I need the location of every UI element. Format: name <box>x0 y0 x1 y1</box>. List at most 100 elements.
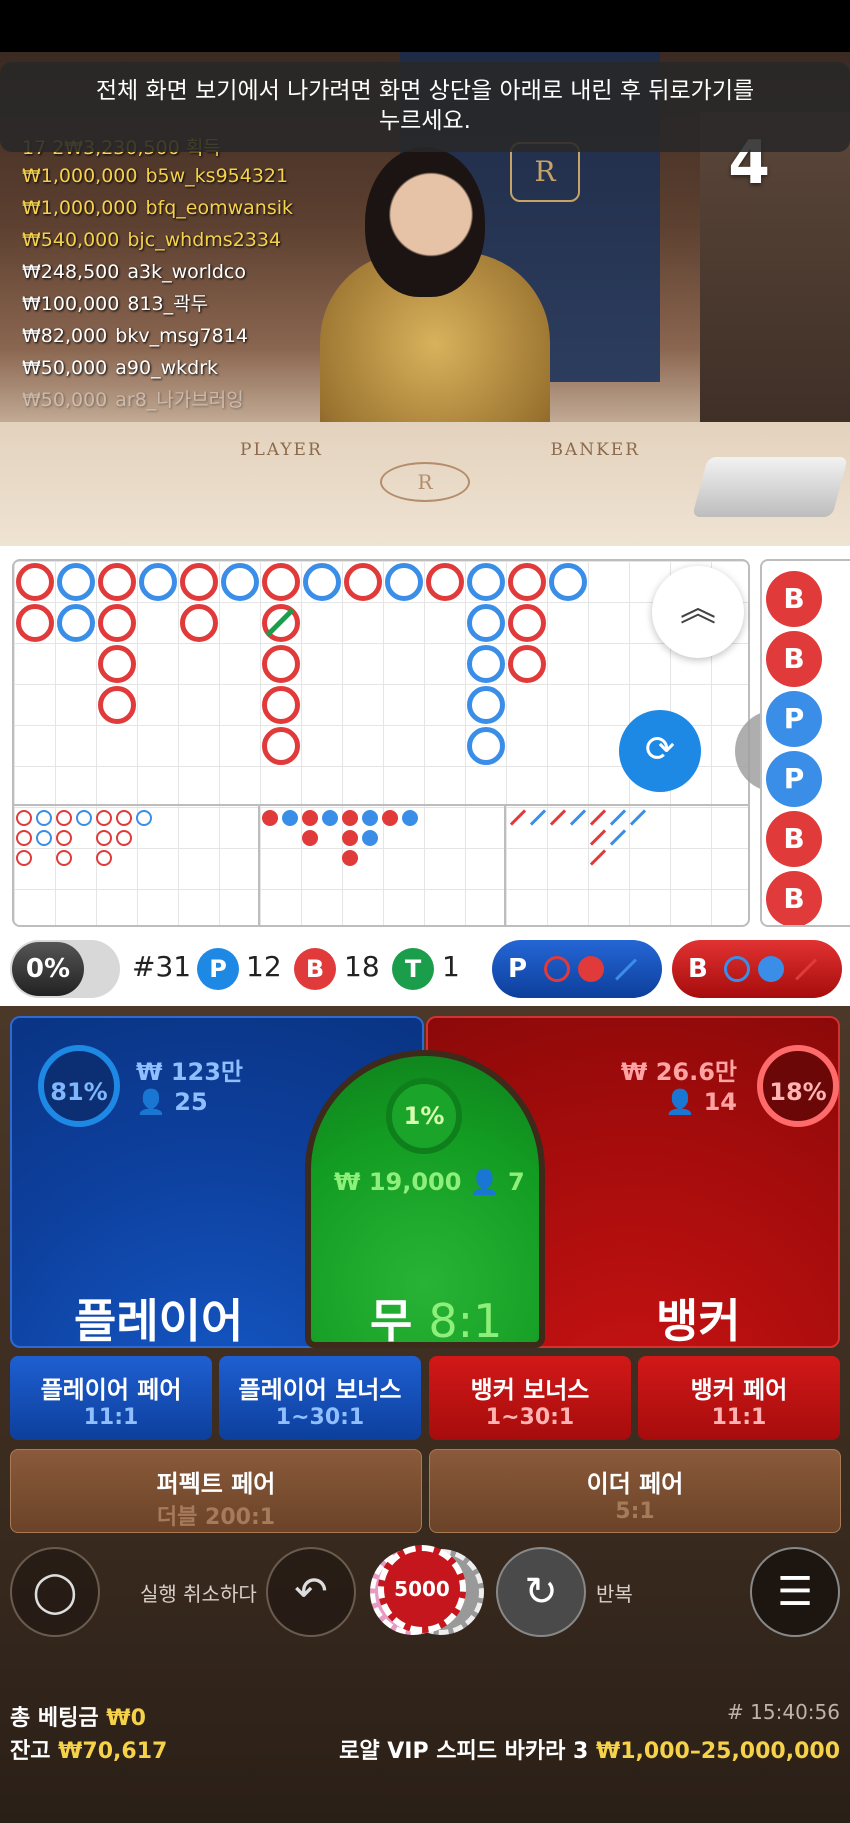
bigeye-banker <box>96 850 112 866</box>
road-cell-banker <box>16 563 54 601</box>
bigeye-banker <box>116 810 132 826</box>
repeat-label: 반복 <box>596 1582 633 1606</box>
road-divider <box>14 804 748 806</box>
undo-icon: ↶ <box>294 1569 328 1615</box>
tie-count-badge: T <box>392 948 434 990</box>
perfect-pair-bet[interactable]: 퍼펙트 페어 더블 200:1 <box>10 1449 422 1533</box>
round-number: #31 <box>132 950 192 983</box>
winner-row: ₩1,000,000 bfq_eomwansik <box>22 197 294 219</box>
table-banker-word: BANKER <box>550 440 640 460</box>
expand-roadmap-button[interactable]: ︽ <box>652 566 744 658</box>
chat-button[interactable]: ◯ <box>10 1547 100 1637</box>
bigeye-banker <box>116 830 132 846</box>
cockroach-banker <box>589 809 607 826</box>
road-cell-player <box>139 563 177 601</box>
bead-road-cell: B <box>766 871 822 925</box>
undo-label: 실행 취소하다 <box>140 1582 257 1606</box>
banker-bonus-bet[interactable]: 뱅커 보너스 1~30:1 <box>429 1356 631 1440</box>
smallroad-player <box>362 810 378 826</box>
player-bonus-bet[interactable]: 플레이어 보너스 1~30:1 <box>219 1356 421 1440</box>
bigeye-banker <box>16 850 32 866</box>
prediction-small-icon <box>758 956 784 982</box>
player-pair-bet[interactable]: 플레이어 페어 11:1 <box>10 1356 212 1440</box>
bead-road-cell: P <box>766 691 822 747</box>
toast-line-2: 누르세요. <box>379 108 471 134</box>
selected-chip: 5000 <box>378 1545 466 1633</box>
banker-prediction-button[interactable]: B <box>672 940 842 998</box>
table-layout-text: PLAYER BANKER <box>240 440 640 460</box>
bead-road-cell: B <box>766 571 822 627</box>
cockroach-banker <box>589 849 607 866</box>
road-cell-player <box>467 563 505 601</box>
road-cell-player <box>385 563 423 601</box>
cockroach-banker <box>549 809 567 826</box>
smallroad-player <box>282 810 298 826</box>
smallroad-banker <box>342 850 358 866</box>
video-background-person <box>700 112 850 442</box>
bigeye-player <box>36 810 52 826</box>
bead-road-cell: B <box>766 811 822 867</box>
road-cell-player <box>467 686 505 724</box>
repeat-button[interactable]: ↻ <box>496 1547 586 1637</box>
road-cell-player <box>467 727 505 765</box>
banker-count: 18 <box>344 950 380 983</box>
player-percent-ring: 81% <box>38 1045 120 1127</box>
bead-road-cell: B <box>766 631 822 687</box>
total-bet: 총 베팅금 ₩0 <box>10 1706 146 1731</box>
bigeye-banker <box>56 830 72 846</box>
prediction-cockroach-icon <box>615 958 637 981</box>
chip-selector[interactable]: 5000 <box>370 1545 484 1637</box>
hamburger-menu-icon: ☰ <box>777 1569 813 1615</box>
table-player-word: PLAYER <box>240 440 323 460</box>
smallroad-banker <box>342 810 358 826</box>
percent-toggle[interactable]: 0% <box>10 940 120 998</box>
prediction-cockroach-icon <box>795 958 817 981</box>
undo-button[interactable]: ↶ <box>266 1547 356 1637</box>
replay-button[interactable]: ⟳ <box>619 710 701 792</box>
bigeye-player <box>76 810 92 826</box>
prediction-bigeye-icon <box>544 956 570 982</box>
road-cell-banker <box>262 645 300 683</box>
cockroach-player <box>629 809 647 826</box>
user-icon: 👤 <box>136 1088 175 1116</box>
bigeye-banker <box>96 830 112 846</box>
prediction-bigeye-icon <box>724 956 750 982</box>
smallroad-player <box>322 810 338 826</box>
winner-row: ₩100,000 813_곽두 <box>22 293 209 315</box>
bigeye-player <box>36 830 52 846</box>
menu-button[interactable]: ☰ <box>750 1547 840 1637</box>
banker-stake-amount: ₩ 26.6만 <box>620 1058 737 1086</box>
banker-prediction-label: B <box>688 954 708 984</box>
bigeye-banker <box>96 810 112 826</box>
repeat-icon: ↻ <box>524 1569 558 1615</box>
road-cell-banker <box>344 563 382 601</box>
road-cell-player <box>303 563 341 601</box>
road-cell-banker <box>180 563 218 601</box>
winner-row: ₩82,000 bkv_msg7814 <box>22 325 248 347</box>
winner-row: ₩248,500 a3k_worldco <box>22 261 246 283</box>
user-icon: 👤 <box>461 1168 509 1196</box>
fullscreen-exit-toast: 전체 화면 보기에서 나가려면 화면 상단을 아래로 내린 후 뒤로가기를 누르… <box>0 62 850 152</box>
user-icon: 👤 <box>665 1088 704 1116</box>
live-baccarat-screen: { "toast": { "line1": "전체 화면 보기에서 나가려면 화… <box>0 0 850 1823</box>
either-pair-bet[interactable]: 이더 페어 5:1 <box>429 1449 841 1533</box>
player-label: 플레이어 <box>74 1294 244 1348</box>
road-cell-banker <box>98 563 136 601</box>
smallroad-banker <box>302 810 318 826</box>
bigeye-player <box>136 810 152 826</box>
road-cell-banker <box>426 563 464 601</box>
bigeye-banker <box>16 810 32 826</box>
road-cell-player <box>57 563 95 601</box>
player-stake-users: 👤 25 <box>136 1088 208 1116</box>
player-count: 12 <box>246 950 282 983</box>
smallroad-banker <box>262 810 278 826</box>
player-prediction-button[interactable]: P <box>492 940 662 998</box>
bead-road[interactable]: BBPPBB <box>760 559 850 927</box>
smallroad-banker <box>382 810 398 826</box>
banker-count-badge: B <box>294 948 336 990</box>
winner-row: ₩50,000 ar8_나가브러잉 <box>22 389 244 411</box>
toast-line-1: 전체 화면 보기에서 나가려면 화면 상단을 아래로 내린 후 뒤로가기를 <box>95 78 755 104</box>
banker-pair-bet[interactable]: 뱅커 페어 11:1 <box>638 1356 840 1440</box>
round-id-time: # 15:40:56 <box>727 1700 840 1724</box>
road-cell-banker <box>98 645 136 683</box>
